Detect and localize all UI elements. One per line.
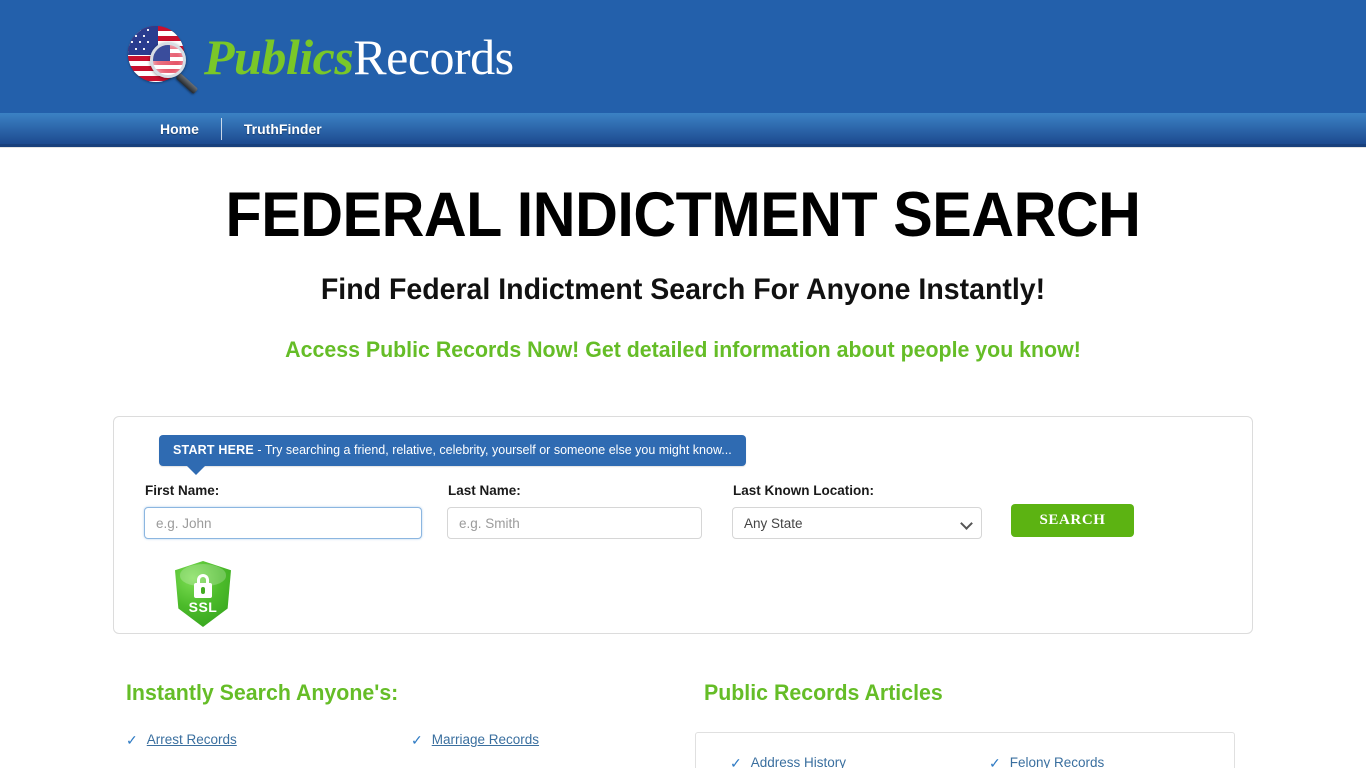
main-navigation: Home TruthFinder [0,113,1366,147]
first-name-field-group: First Name: [144,483,422,539]
instant-search-link-grid: ✓ Arrest Records ✓ Marriage Records [113,732,683,765]
articles-box: ✓ Address History ✓ Felony Records [695,732,1235,768]
list-item[interactable]: ✓ Arrest Records [113,732,398,748]
logo-text: PublicsRecords [204,32,514,82]
page-tagline: Access Public Records Now! Get detailed … [285,337,1081,362]
start-here-rest: - Try searching a friend, relative, cele… [253,443,732,457]
link-address-history[interactable]: Address History [751,755,846,768]
check-icon: ✓ [730,755,742,768]
check-icon: ✓ [989,755,1001,768]
magnifier-handle-icon [175,72,199,95]
lock-keyhole [201,587,205,594]
search-fields-row: First Name: Last Name: Last Known Locati… [142,483,1224,539]
articles-column: Public Records Articles ✓ Address Histor… [683,680,1253,768]
location-field-group: Last Known Location: Any State [732,483,982,539]
link-felony-records[interactable]: Felony Records [1010,755,1105,768]
list-item[interactable]: ✓ Felony Records [965,755,1224,768]
site-logo[interactable]: PublicsRecords [124,16,514,98]
first-name-input[interactable] [144,507,422,539]
last-name-input[interactable] [447,507,702,539]
flag-magnifier-icon [124,20,199,95]
page-body: FEDERAL INDICTMENT SEARCH Find Federal I… [0,147,1366,768]
link-marriage-records[interactable]: Marriage Records [432,732,539,748]
last-name-label: Last Name: [448,483,521,498]
list-item[interactable]: ✓ Address History [706,755,965,768]
page-subtitle: Find Federal Indictment Search For Anyon… [320,273,1046,306]
ssl-shield-lock-icon: SSL [175,561,231,627]
instant-search-column: Instantly Search Anyone's: ✓ Arrest Reco… [113,680,683,768]
nav-item-home[interactable]: Home [138,119,221,139]
instant-search-heading: Instantly Search Anyone's: [126,680,399,705]
magnifier-lens-icon [150,42,186,78]
page-title: FEDERAL INDICTMENT SEARCH [225,180,1141,250]
lower-columns: Instantly Search Anyone's: ✓ Arrest Reco… [113,680,1253,768]
logo-text-records: Records [353,29,514,85]
first-name-label: First Name: [145,483,220,498]
nav-item-truthfinder[interactable]: TruthFinder [222,119,344,139]
check-icon: ✓ [411,732,423,748]
location-select-wrap: Any State [732,507,982,539]
list-item[interactable]: ✓ Marriage Records [398,732,683,748]
articles-heading: Public Records Articles [704,680,943,705]
search-panel: START HERE - Try searching a friend, rel… [113,416,1253,634]
start-here-strong: START HERE [173,443,254,457]
articles-link-grid: ✓ Address History ✓ Felony Records [706,755,1224,768]
logo-text-publics: Publics [204,29,354,85]
location-label: Last Known Location: [733,483,874,498]
last-name-field-group: Last Name: [447,483,702,539]
lens-canton [153,45,170,61]
search-button[interactable]: SEARCH [1011,504,1134,537]
link-arrest-records[interactable]: Arrest Records [147,732,237,748]
location-select[interactable]: Any State [732,507,982,539]
start-here-banner: START HERE - Try searching a friend, rel… [159,435,746,475]
ssl-label: SSL [188,599,218,615]
search-button-group: SEARCH [1011,483,1134,537]
check-icon: ✓ [126,732,138,748]
site-header: PublicsRecords [0,0,1366,113]
